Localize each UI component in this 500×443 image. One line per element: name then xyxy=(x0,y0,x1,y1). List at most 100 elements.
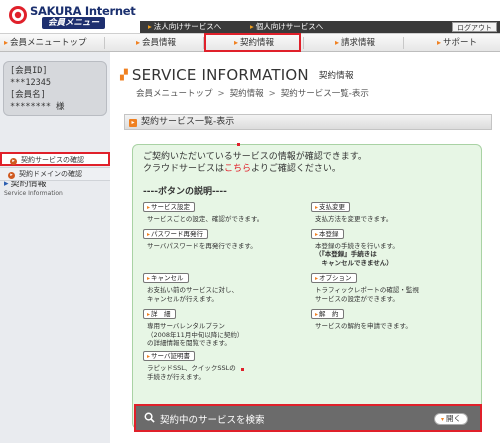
sidebar-item-contract-domains[interactable]: ▸ 契約ドメインの確認 xyxy=(0,167,110,181)
section-bullet-icon: ▸ xyxy=(129,119,137,127)
triangle-right-icon: ▸ xyxy=(315,204,319,211)
title-bullet-icon: ▞ xyxy=(120,70,128,81)
triangle-right-icon: ▸ xyxy=(148,22,152,31)
breadcrumb-item-contract-info[interactable]: 契約情報 xyxy=(230,89,264,99)
nav-item-label: 請求情報 xyxy=(341,38,376,48)
breadcrumb-item-member-top[interactable]: 会員メニュートップ xyxy=(136,89,213,99)
password-reissue-button-sample: ▸パスワード再発行 xyxy=(143,229,209,239)
nav-item-support[interactable]: ▸ サポート xyxy=(437,34,477,52)
button-sample-label: キャンセル xyxy=(151,274,184,282)
nav-item-billing-info[interactable]: ▸ 請求情報 xyxy=(335,34,375,52)
section-heading-text: 契約サービス一覧-表示 xyxy=(141,117,235,127)
main-content: ▞ SERVICE INFORMATION 契約情報 会員メニュートップ > 契約情報 >… xyxy=(110,52,500,443)
detail-button-sample: ▸詳 細 xyxy=(143,309,176,319)
brand-name: SAKURA Internet xyxy=(30,4,136,18)
top-link-strip: ▸ 法人向けサービスへ ▸ 個人向けサービスへ ログアウト xyxy=(140,21,500,33)
triangle-right-icon: ▸ xyxy=(315,231,319,238)
personal-services-link[interactable]: ▸ 個人向けサービスへ xyxy=(250,21,323,33)
nav-item-label: 会員情報 xyxy=(142,38,177,48)
terminate-button-sample: ▸解 約 xyxy=(311,309,344,319)
personal-services-label: 個人向けサービスへ xyxy=(255,22,324,31)
terminate-desc: サービスの解約を申請できます。 xyxy=(315,322,412,330)
member-id-label: [会員ID] xyxy=(10,66,48,76)
red-marker xyxy=(241,368,244,371)
button-sample-label: パスワード再発行 xyxy=(151,230,204,238)
button-legend-title: ----ボタンの説明---- xyxy=(143,187,227,197)
main-nav: ▸ 会員メニュートップ ▸ 会員情報 ▸ 契約情報 ▸ 請求情報 ▸ サポート xyxy=(0,33,500,52)
sidebar: [会員ID] ***12345 [会員名] ******** 様 ▸ 契約情報 S… xyxy=(0,52,110,443)
sakura-flower-icon xyxy=(9,6,27,24)
corporate-services-label: 法人向けサービスへ xyxy=(153,22,222,31)
intro-line-1: ご契約いただいているサービスの情報が確認できます。 xyxy=(143,152,367,162)
panel-intro: ご契約いただいているサービスの情報が確認できます。 クラウドサービスはこちらより… xyxy=(143,151,367,175)
triangle-right-icon: ▸ xyxy=(147,353,151,360)
triangle-right-icon: ▸ xyxy=(147,275,151,282)
sidebar-section-subtitle: Service Information xyxy=(4,190,63,197)
password-reissue-desc: サーバパスワードを再発行できます。 xyxy=(147,242,257,250)
sakura-logo[interactable]: SAKURA Internet 会員メニュー xyxy=(8,3,138,31)
button-sample-label: オプション xyxy=(319,274,352,282)
member-id-value: ***12345 xyxy=(10,78,51,88)
breadcrumb-separator: > xyxy=(268,89,276,99)
sidebar-item-label: 契約ドメインの確認 xyxy=(19,170,82,178)
breadcrumb: 会員メニュートップ > 契約情報 > 契約サービス一覧-表示 xyxy=(136,87,369,99)
header: SAKURA Internet 会員メニュー ▸ 法人向けサービスへ ▸ 個人向けサ… xyxy=(0,0,500,33)
button-sample-label: サービス設定 xyxy=(151,203,191,211)
page-title-sub: 契約情報 xyxy=(318,71,354,81)
nav-item-label: サポート xyxy=(443,38,478,48)
service-info-panel: ご契約いただいているサービスの情報が確認できます。 クラウドサービスはこちらより… xyxy=(132,143,482,429)
intro-line-2-prefix: クラウドサービスは xyxy=(143,164,225,174)
service-settings-desc: サービスごとの設定、確認ができます。 xyxy=(147,215,264,223)
register-note: （『本登録』手続きは キャンセルできません） xyxy=(315,250,393,267)
nav-item-contract-info[interactable]: ▸ 契約情報 xyxy=(204,33,301,52)
triangle-right-icon: ▸ xyxy=(335,38,340,47)
triangle-right-icon: ▸ xyxy=(315,275,319,282)
corporate-services-link[interactable]: ▸ 法人向けサービスへ xyxy=(148,21,221,33)
button-sample-label: 本登録 xyxy=(319,230,339,238)
page-title-text: SERVICE INFORMATION xyxy=(131,66,309,84)
triangle-right-icon: ▸ xyxy=(147,231,151,238)
search-bar-label: 契約中のサービスを検索 xyxy=(160,415,265,426)
register-button-sample: ▸本登録 xyxy=(311,229,344,239)
open-search-button[interactable]: ▾ 開く xyxy=(433,413,468,425)
sidebar-item-contract-services[interactable]: ▸ 契約サービスの確認 xyxy=(0,152,110,166)
nav-item-label: 契約情報 xyxy=(240,38,275,48)
page-title: ▞ SERVICE INFORMATION 契約情報 xyxy=(120,66,354,84)
triangle-right-icon: ▸ xyxy=(147,204,151,211)
server-cert-desc: ラピッドSSL、クイックSSLの 手続きが行えます。 xyxy=(147,364,236,381)
logout-button[interactable]: ログアウト xyxy=(452,22,497,32)
triangle-right-icon: ▸ xyxy=(4,38,9,47)
triangle-right-icon: ▸ xyxy=(437,38,442,47)
payment-change-desc: 支払方法を変更できます。 xyxy=(315,215,393,223)
cancel-button-sample: ▸キャンセル xyxy=(143,273,189,283)
button-sample-label: サーバ証明書 xyxy=(151,352,190,360)
triangle-right-icon: ▸ xyxy=(136,38,141,47)
nav-item-label: 会員メニュートップ xyxy=(10,38,87,48)
nav-divider xyxy=(104,37,105,49)
intro-line-2: クラウドサービスはこちらよりご確認ください。 xyxy=(143,163,367,175)
register-note-text: （『本登録』手続きは キャンセルできません） xyxy=(315,250,393,267)
nav-item-member-info[interactable]: ▸ 会員情報 xyxy=(136,34,176,52)
button-sample-label: 詳 細 xyxy=(151,310,171,318)
search-icon xyxy=(144,412,155,423)
red-marker xyxy=(237,143,240,146)
triangle-right-icon: ▸ xyxy=(234,38,239,47)
arrow-circle-icon: ▸ xyxy=(8,172,15,179)
option-button-sample: ▸オプション xyxy=(311,273,357,283)
service-settings-button-sample: ▸サービス設定 xyxy=(143,202,196,212)
arrow-circle-icon: ▸ xyxy=(10,158,17,165)
triangle-right-icon: ▸ xyxy=(147,311,151,318)
contract-search-bar[interactable]: 契約中のサービスを検索 ▾ 開く xyxy=(134,404,482,432)
user-info-box: [会員ID] ***12345 [会員名] ******** 様 xyxy=(3,61,107,116)
detail-desc: 専用サーバレンタルプラン （2008年11月中旬以降に契約） の詳細情報を閲覧で… xyxy=(147,322,244,347)
triangle-right-icon: ▸ xyxy=(315,311,319,318)
nav-item-member-top[interactable]: ▸ 会員メニュートップ xyxy=(4,34,87,52)
nav-divider xyxy=(303,37,304,49)
server-cert-button-sample: ▸サーバ証明書 xyxy=(143,351,195,361)
open-search-label: 開く xyxy=(446,414,461,423)
brand-subtitle: 会員メニュー xyxy=(42,17,106,29)
cloud-service-link[interactable]: こちら xyxy=(224,164,251,174)
button-sample-label: 支払変更 xyxy=(319,203,346,211)
option-desc: トラフィックレポートの確認・監視 サービスの設定ができます。 xyxy=(315,286,419,303)
breadcrumb-separator: > xyxy=(217,89,225,99)
